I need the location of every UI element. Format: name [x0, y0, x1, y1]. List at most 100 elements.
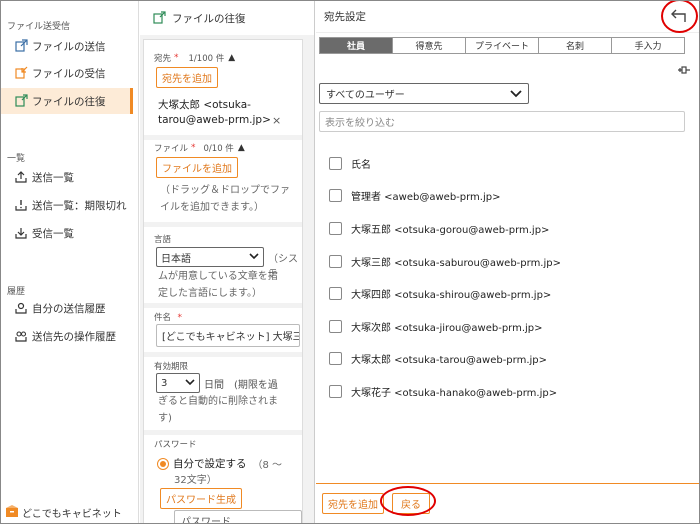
row-checkbox[interactable]	[329, 384, 342, 398]
add-recipient-confirm-button[interactable]: 宛先を追加	[322, 493, 384, 514]
list-item[interactable]: 大塚五郎 <otsuka-gorou@aweb-prm.jp>	[316, 212, 699, 245]
expiry-hint-line: ぎると自動的に削除されま	[158, 396, 278, 407]
sidebar-item-roundtrip[interactable]: ファイルの往復	[1, 88, 133, 114]
list-item[interactable]: 大塚四郎 <otsuka-shirou@aweb-prm.jp>	[316, 277, 699, 310]
sidebar-item-label: ファイルの往復	[32, 95, 106, 108]
row-checkbox[interactable]	[329, 189, 342, 203]
row-checkbox[interactable]	[329, 287, 342, 301]
tab-employees[interactable]: 社員	[320, 38, 393, 53]
send-history-icon	[13, 301, 28, 316]
sidebar-item-send[interactable]: ファイルの送信	[1, 33, 133, 59]
expiry-hint-cont: ぎると自動的に削除されま す)	[158, 393, 278, 427]
recipient-entry-line: tarou@aweb-prm.jp>	[158, 114, 271, 126]
password-option-hint-cont: 32文字）	[174, 475, 217, 486]
language-select[interactable]: 日本語	[156, 247, 264, 267]
send-form: 宛先 * 1/100 件 ▲ 宛先を追加 大塚太郎 <otsuka- tarou…	[143, 39, 304, 523]
column-header-name: 氏名	[351, 159, 371, 171]
list-item[interactable]: 管理者 <aweb@aweb-prm.jp>	[316, 180, 699, 213]
list-item[interactable]: 大塚三郎 <otsuka-saburou@aweb-prm.jp>	[316, 245, 699, 278]
section-divider	[144, 430, 302, 435]
sidebar-section-transfer: ファイル送受信	[7, 22, 71, 32]
required-mark: *	[177, 313, 183, 323]
user-group-value: すべてのユーザー	[326, 90, 405, 101]
generate-password-button[interactable]: パスワード生成	[160, 488, 242, 509]
sidebar-item-label: ファイルの送信	[32, 40, 106, 53]
recipient-entry-line: 大塚太郎 <otsuka-	[158, 99, 251, 111]
language-hint-cont: ムが用意している文章を指 定した言語にします。）	[158, 268, 278, 302]
expiry-hint-line: す)	[158, 413, 172, 424]
section-divider	[144, 352, 302, 357]
select-all-checkbox[interactable]	[329, 156, 342, 170]
list-item-label: 大塚花子 <otsuka-hanako@aweb-prm.jp>	[351, 387, 558, 399]
language-hint-line: ムが用意している文章を指	[158, 271, 278, 282]
tab-private[interactable]: プライベート	[466, 38, 539, 53]
sidebar-item-label: 自分の送信履歴	[32, 302, 106, 315]
list-item[interactable]: 大塚次郎 <otsuka-jirou@aweb-prm.jp>	[316, 310, 699, 343]
section-divider	[144, 135, 302, 140]
sidebar-item-my-history[interactable]: 自分の送信履歴	[1, 295, 133, 321]
sidebar-item-sent-list[interactable]: 送信一覧	[1, 164, 133, 190]
sidebar-item-label: 受信一覧	[32, 227, 74, 240]
app-logo: どこでもキャビネット	[5, 504, 122, 521]
tab-manual-entry[interactable]: 手入力	[612, 38, 684, 53]
file-label: ファイル	[154, 144, 189, 154]
list-item[interactable]: 大塚太郎 <otsuka-tarou@aweb-prm.jp>	[316, 343, 699, 376]
chevron-down-icon	[185, 378, 195, 389]
drop-hint-line: イルを追加できます。）	[160, 202, 264, 213]
password-option-radio[interactable]: 自分で設定する （8 〜	[157, 456, 282, 471]
required-mark: *	[174, 53, 179, 63]
password-label: パスワード	[154, 440, 197, 450]
sidebar-item-label: 送信一覧：期限切れ	[32, 199, 127, 212]
password-option-hint: （8 〜	[252, 460, 283, 471]
list-item-label: 大塚四郎 <otsuka-shirou@aweb-prm.jp>	[351, 290, 552, 302]
list-item-label: 大塚三郎 <otsuka-saburou@aweb-prm.jp>	[351, 257, 561, 269]
section-divider	[144, 303, 302, 308]
row-checkbox[interactable]	[329, 352, 342, 366]
expiry-value: 3	[161, 377, 168, 389]
expiry-select[interactable]: 3	[156, 373, 200, 393]
plug-icon[interactable]	[677, 65, 691, 78]
panel-title: 宛先設定	[324, 11, 366, 23]
sidebar-item-received-list[interactable]: 受信一覧	[1, 220, 133, 246]
add-file-button[interactable]: ファイルを追加	[156, 157, 238, 178]
collapse-arrow-icon[interactable]: ▲	[238, 143, 245, 153]
receive-file-icon	[13, 66, 28, 81]
required-mark: *	[191, 143, 196, 153]
drop-hint-line: （ドラッグ＆ドロップでファ	[160, 185, 290, 196]
sidebar: ファイル送受信 ファイルの送信 ファイルの受信 ファイルの往復 一覧 送信一覧	[1, 1, 139, 523]
drop-hint: （ドラッグ＆ドロップでファ イルを追加できます。）	[160, 182, 304, 216]
sidebar-item-sent-expired[interactable]: 送信一覧：期限切れ	[1, 192, 133, 218]
roundtrip-file-icon	[152, 11, 166, 25]
sidebar-item-receive[interactable]: ファイルの受信	[1, 60, 133, 86]
recipient-history-icon	[13, 329, 28, 344]
subject-input[interactable]: [どこでもキャビネット] 大塚三	[156, 324, 300, 347]
row-checkbox[interactable]	[329, 254, 342, 268]
tab-business-cards[interactable]: 名刺	[539, 38, 612, 53]
password-input[interactable]: パスワード	[174, 510, 302, 523]
sidebar-item-recipient-history[interactable]: 送信先の操作履歴	[1, 323, 133, 349]
subject-header: 件名 *	[154, 310, 182, 323]
row-checkbox[interactable]	[329, 221, 342, 235]
list-item-label: 大塚五郎 <otsuka-gorou@aweb-prm.jp>	[351, 224, 550, 236]
expired-list-icon	[13, 198, 28, 213]
collapse-arrow-icon[interactable]: ▲	[228, 53, 235, 63]
file-header: ファイル * 0/10 件 ▲	[154, 142, 245, 154]
remove-recipient-icon[interactable]: ×	[272, 114, 281, 127]
highlight-circle	[380, 486, 436, 516]
list-item-label: 管理者 <aweb@aweb-prm.jp>	[351, 192, 501, 204]
row-checkbox[interactable]	[329, 319, 342, 333]
recipient-panel: 宛先設定 社員 得意先 プライベート 名刺 手入力 すべてのユーザー 表示を絞り…	[316, 1, 699, 523]
download-list-icon	[13, 226, 28, 241]
list-item[interactable]: 大塚花子 <otsuka-hanako@aweb-prm.jp>	[316, 375, 699, 408]
list-item-label: 大塚次郎 <otsuka-jirou@aweb-prm.jp>	[351, 322, 543, 334]
filter-input[interactable]: 表示を絞り込む	[319, 111, 685, 132]
list-header-row: 氏名	[316, 147, 699, 180]
recipient-list: 氏名 管理者 <aweb@aweb-prm.jp> 大塚五郎 <otsuka-g…	[316, 147, 699, 408]
radio-selected-icon	[157, 457, 169, 470]
tab-clients[interactable]: 得意先	[393, 38, 466, 53]
language-value: 日本語	[161, 253, 191, 265]
user-group-select[interactable]: すべてのユーザー	[319, 83, 529, 104]
add-recipient-button[interactable]: 宛先を追加	[156, 67, 218, 88]
sidebar-item-label: ファイルの受信	[32, 67, 106, 80]
language-hint-line: 定した言語にします。）	[158, 288, 262, 299]
